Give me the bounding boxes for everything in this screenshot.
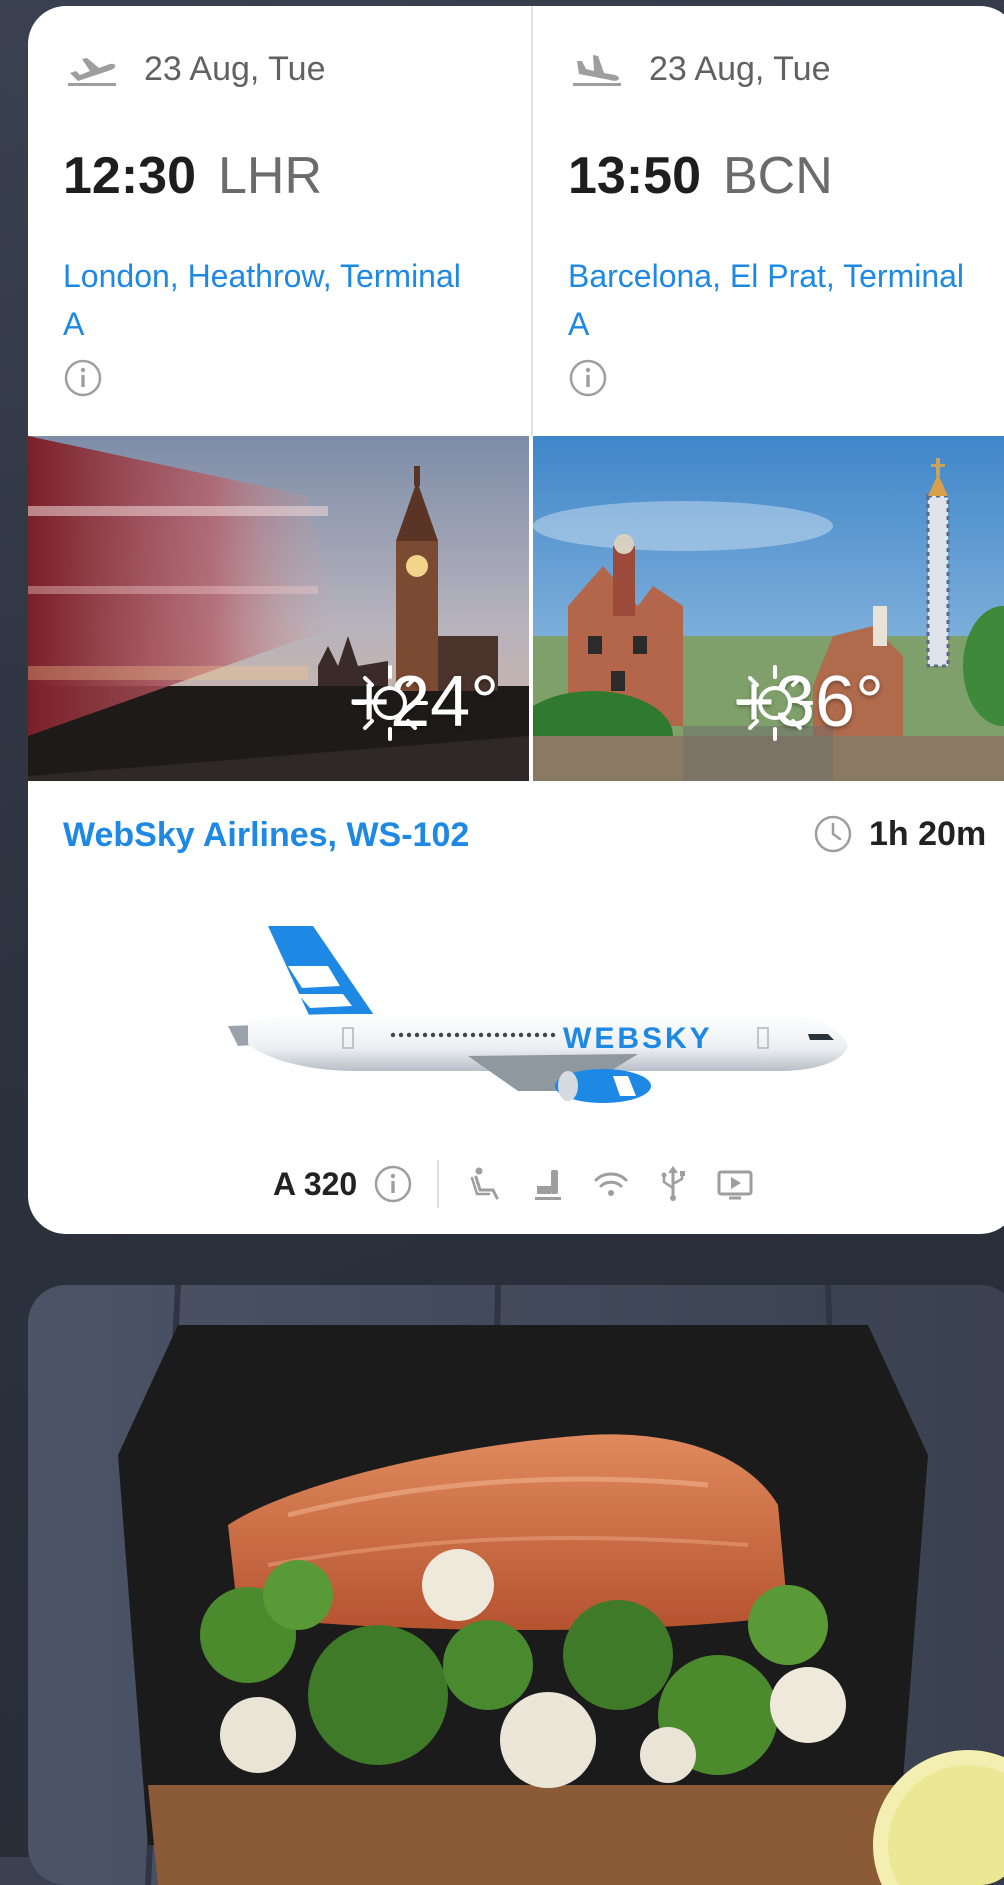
seat-recline-icon [470, 1167, 499, 1200]
takeoff-icon [68, 57, 116, 86]
flight-duration: 1h 20m [813, 814, 986, 854]
entertainment-icon [717, 1170, 753, 1200]
airplane-illustration: WEBSKY [228, 926, 848, 1103]
departure-airport-link[interactable]: London, Heathrow, Terminal A [63, 252, 483, 348]
departure-time: 12:30 [63, 147, 196, 205]
arrival-weather: +36° [733, 661, 884, 743]
aircraft-info-icon[interactable] [373, 1164, 413, 1204]
airline-flight-link[interactable]: WebSky Airlines, WS-102 [63, 816, 469, 855]
usb-icon [661, 1166, 686, 1201]
aircraft-row: A 320 [273, 1156, 777, 1212]
arrival-code: BCN [723, 147, 833, 205]
clock-icon [814, 815, 852, 853]
arrival-info-icon[interactable] [568, 358, 608, 398]
arrival-time: 13:50 [568, 147, 701, 205]
amenities-divider [437, 1160, 440, 1208]
landing-icon [573, 54, 621, 86]
departure-column: 23 Aug, Tue 12:30 LHR London, Heathrow, … [28, 6, 531, 436]
arrival-column: 23 Aug, Tue 13:50 BCN Barcelona, El Prat… [531, 6, 1004, 436]
meal-card[interactable] [28, 1285, 1004, 1885]
departure-info-icon[interactable] [63, 358, 103, 398]
departure-date-row: 23 Aug, Tue [66, 50, 326, 89]
departure-time-row: 12:30 LHR [63, 146, 322, 206]
arrival-time-row: 13:50 BCN [568, 146, 833, 206]
flight-duration-value: 1h 20m [869, 814, 987, 853]
departure-weather: +24° [348, 661, 499, 743]
flight-card: 23 Aug, Tue 12:30 LHR London, Heathrow, … [28, 6, 1004, 1234]
arrival-date: 23 Aug, Tue [649, 50, 831, 88]
departure-code: LHR [218, 147, 323, 205]
wifi-icon [594, 1172, 628, 1196]
meal-illustration [28, 1285, 1004, 1885]
arrival-airport-link[interactable]: Barcelona, El Prat, Terminal A [568, 252, 988, 348]
legroom-icon [535, 1170, 562, 1200]
aircraft-type: A 320 [273, 1165, 358, 1202]
sun-icon [737, 665, 813, 741]
sun-icon [352, 665, 429, 741]
livery-text: WEBSKY [563, 1022, 713, 1055]
barcelona-photo: +36° [533, 436, 1004, 781]
arrival-date-row: 23 Aug, Tue [571, 50, 831, 89]
london-photo: +24° [28, 436, 529, 781]
departure-date: 23 Aug, Tue [144, 50, 326, 88]
